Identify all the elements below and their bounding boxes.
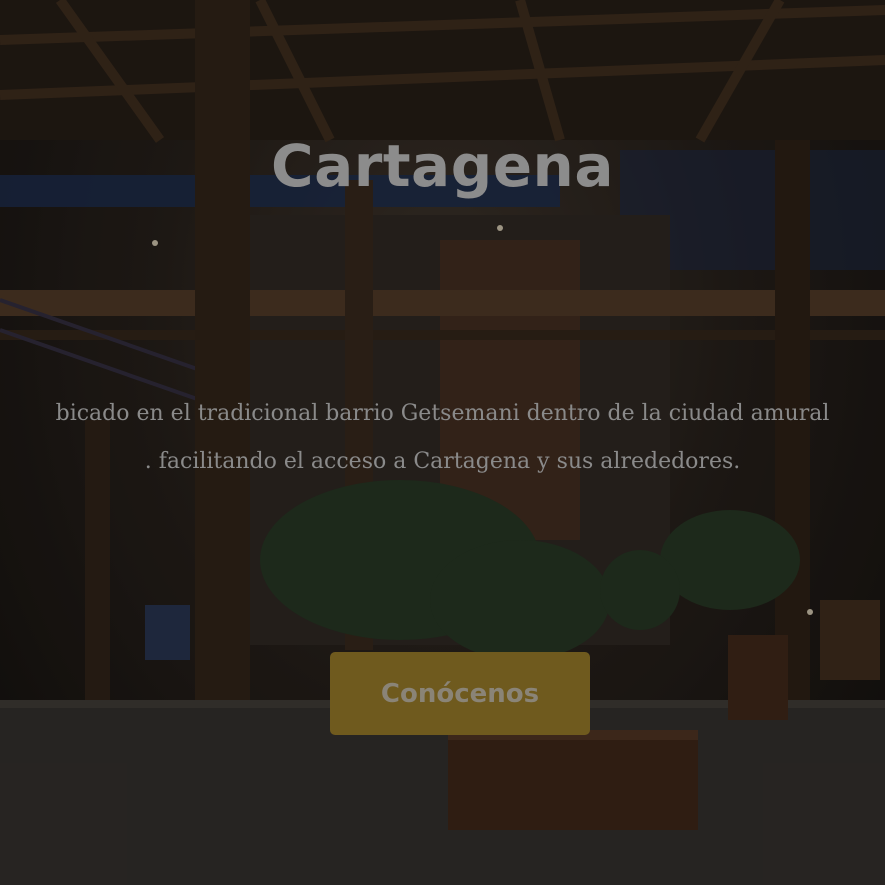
hero-subtitle: bicado en el tradicional barrio Getseman… xyxy=(0,390,885,486)
hero-title: Cartagena xyxy=(271,132,614,200)
hero-subtitle-line-2: . facilitando el acceso a Cartagena y su… xyxy=(144,449,741,474)
conocenos-button[interactable]: Conócenos xyxy=(330,652,590,735)
hero-subtitle-line-1: bicado en el tradicional barrio Getseman… xyxy=(55,401,830,426)
hero-section: Cartagena bicado en el tradicional barri… xyxy=(0,0,885,885)
